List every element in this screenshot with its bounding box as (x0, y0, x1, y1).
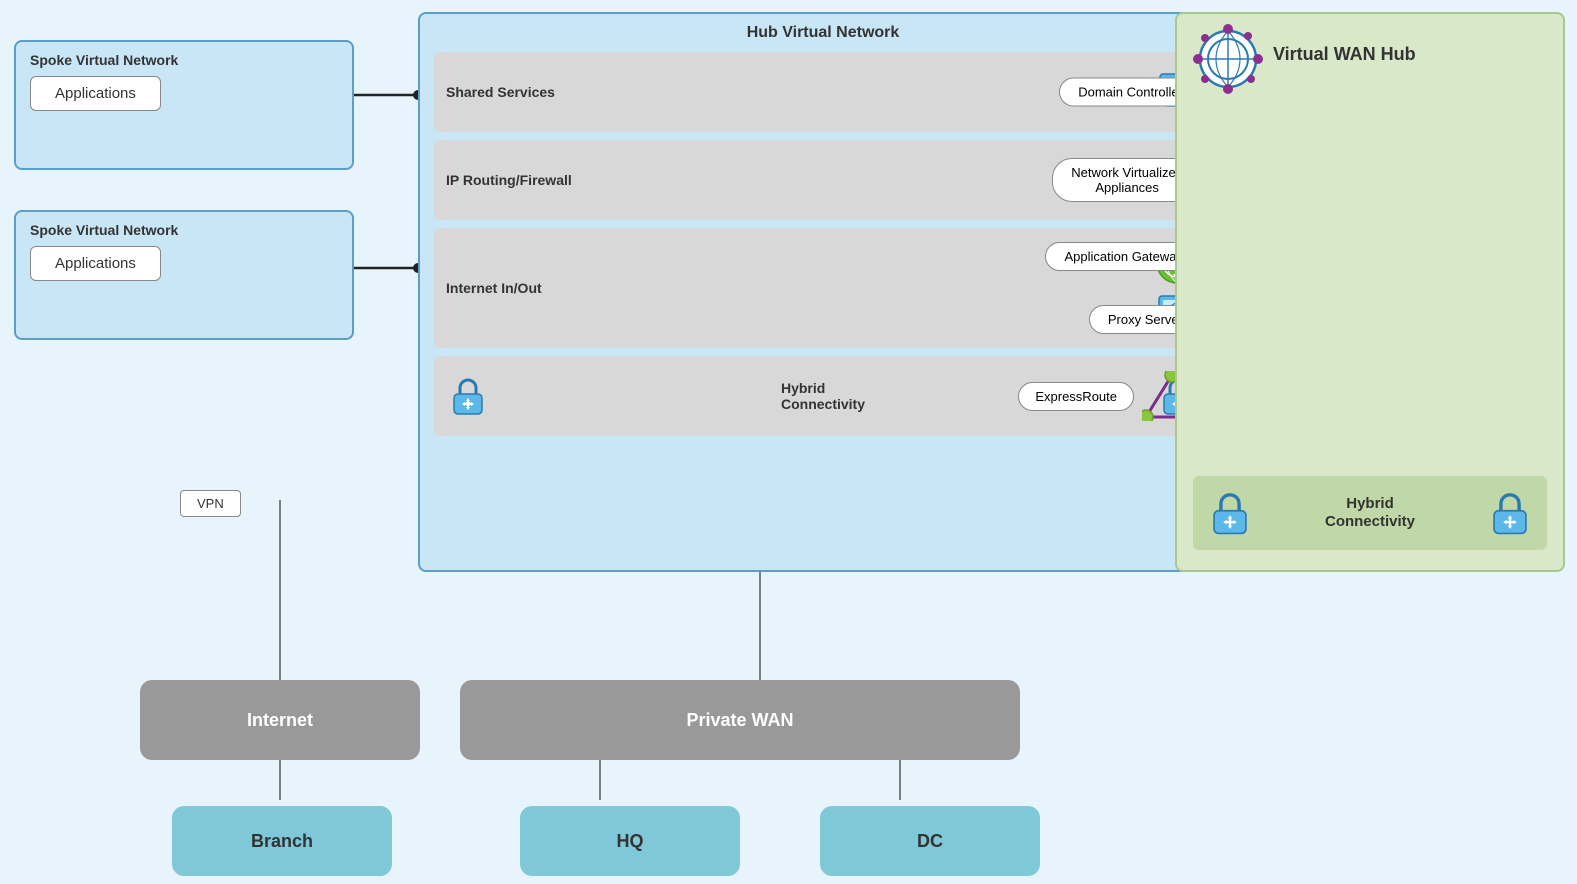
wan-hybrid-label: HybridConnectivity (1271, 495, 1469, 531)
firewall-label: IP Routing/Firewall (446, 172, 1146, 188)
branch-label: Branch (251, 831, 313, 852)
internet-box: Internet (140, 680, 420, 760)
expressroute-label: ExpressRoute (1035, 389, 1117, 404)
hub-vnet: Hub Virtual Network Shared Services Doma… (418, 12, 1228, 572)
hybrid-row-hub: ✦ HybridConnectivity (434, 356, 1212, 436)
diagram-root: Spoke Virtual Network Applications Spoke… (0, 0, 1577, 884)
appgateway-label: Application Gateway (1064, 249, 1183, 264)
hq-label: HQ (617, 831, 644, 852)
spoke1-app-label: Applications (55, 85, 136, 102)
domain-controller-label: Domain Controller (1078, 85, 1183, 100)
internet-row: Internet In/Out (434, 228, 1212, 348)
hub-title: Hub Virtual Network (434, 24, 1212, 42)
wan-hybrid-text: HybridConnectivity (1325, 495, 1415, 530)
wan-hub-title: Virtual WAN Hub (1273, 24, 1416, 65)
spoke2-title: Spoke Virtual Network (30, 222, 338, 238)
wan-hub-header: Virtual WAN Hub (1193, 24, 1547, 94)
proxy-label: Proxy Server (1108, 312, 1183, 327)
internet-label: Internet In/Out (446, 280, 1144, 296)
shared-services-label: Shared Services (446, 84, 1146, 100)
spoke2-app-label: Applications (55, 255, 136, 272)
spoke1-app-box: Applications (30, 76, 161, 111)
shared-services-row: Shared Services Domain Controller (434, 52, 1212, 132)
wan-hub: Virtual WAN Hub HybridConnectivity (1175, 12, 1565, 572)
wan-hub-globe-icon (1193, 24, 1263, 94)
hybrid-hub-label: HybridConnectivity (781, 380, 865, 412)
dc-label: DC (917, 831, 943, 852)
private-wan-box: Private WAN (460, 680, 1020, 760)
internet-label: Internet (247, 710, 313, 731)
branch-box: Branch (172, 806, 392, 876)
expressroute-box: ExpressRoute (1018, 382, 1134, 411)
spoke2-app-box: Applications (30, 246, 161, 281)
firewall-row: IP Routing/Firewall Network VirtualizedA… (434, 140, 1212, 220)
wan-hub-hybrid: HybridConnectivity (1193, 476, 1547, 550)
nva-label: Network VirtualizedAppliances (1071, 165, 1183, 195)
vpn-label: VPN (180, 490, 241, 517)
lock-icon-wan2 (1485, 488, 1535, 538)
vpn-text: VPN (197, 496, 224, 511)
private-wan-label: Private WAN (686, 710, 793, 731)
spoke1-title: Spoke Virtual Network (30, 52, 338, 68)
lock-icon-wan1 (1205, 488, 1255, 538)
hq-box: HQ (520, 806, 740, 876)
lock-icon-vpn: ✦ (446, 374, 490, 418)
spoke-vnet-2: Spoke Virtual Network Applications (14, 210, 354, 340)
dc-box: DC (820, 806, 1040, 876)
spoke-vnet-1: Spoke Virtual Network Applications (14, 40, 354, 170)
